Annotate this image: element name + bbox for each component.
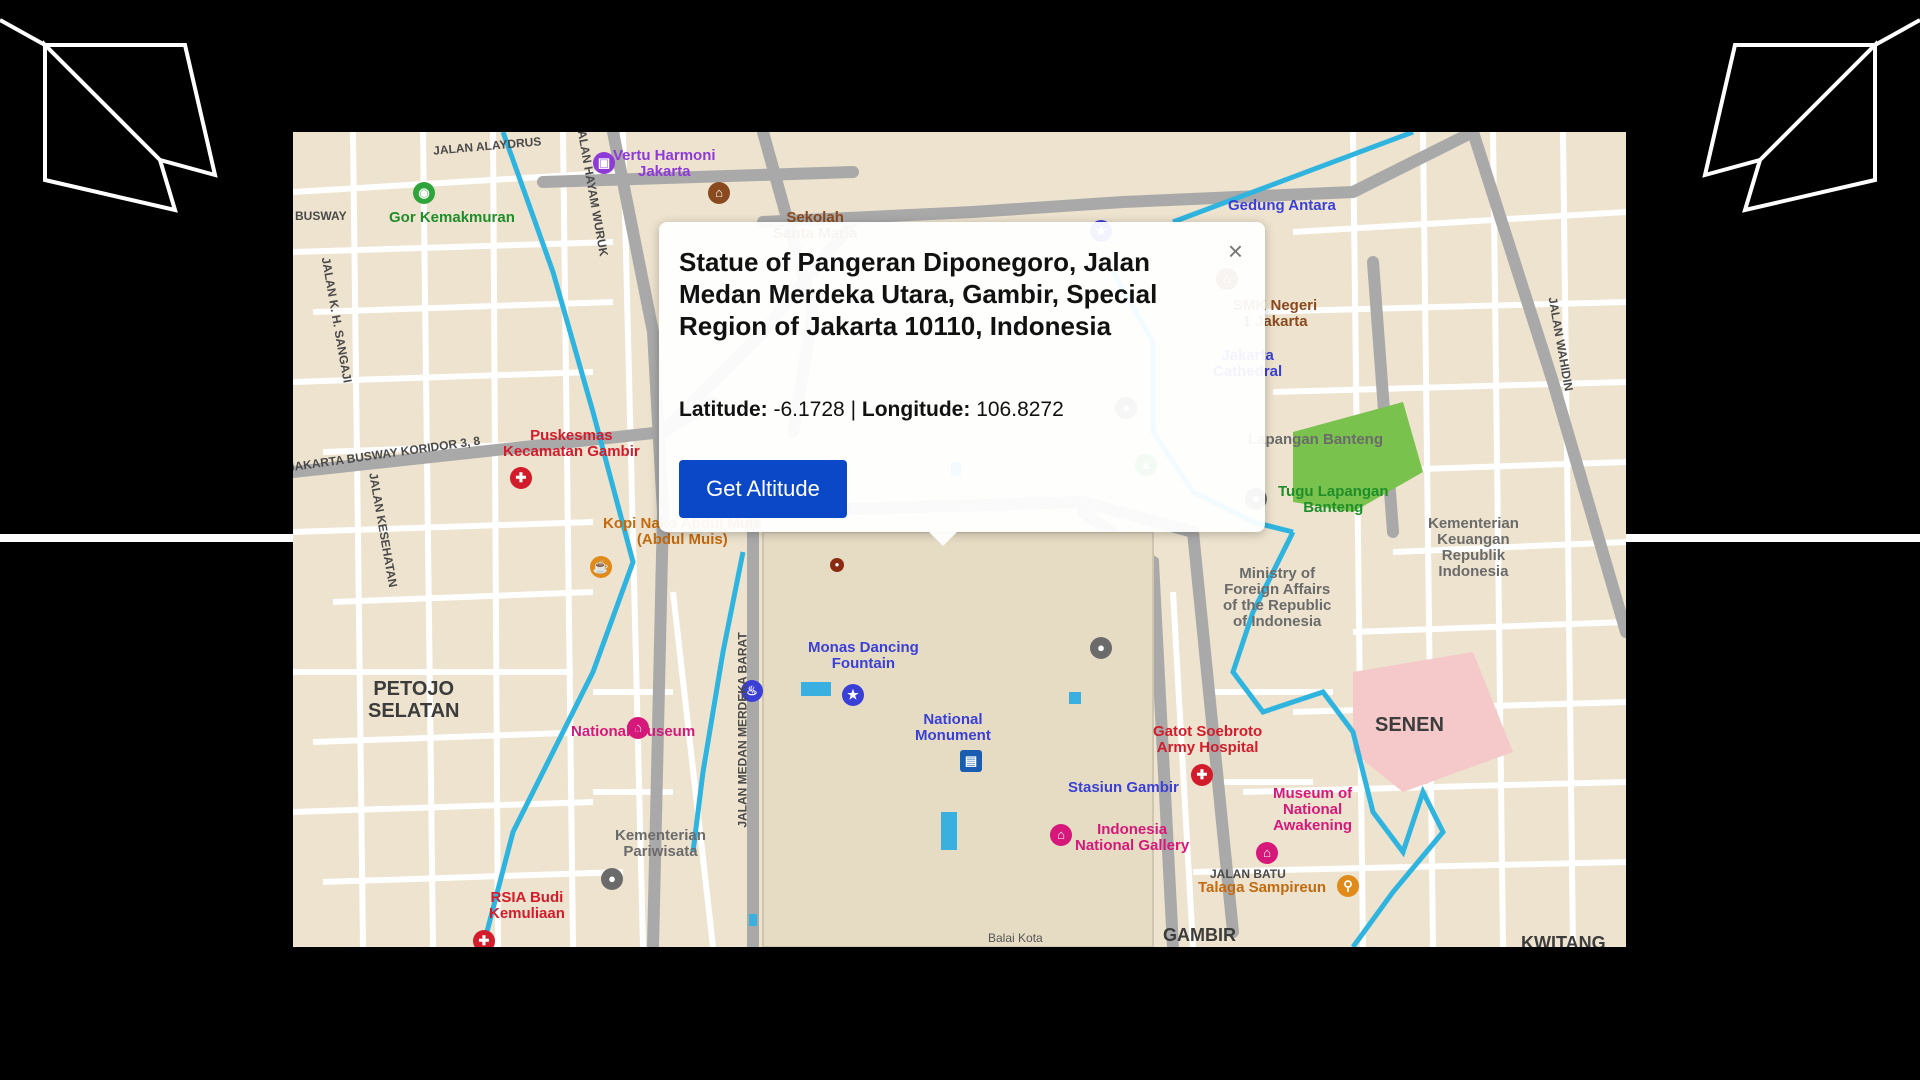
selected-location-marker-icon[interactable]: ● [830, 558, 844, 572]
school-pin-icon[interactable]: ⌂ [708, 182, 730, 204]
leaf-outline-icon-right [1702, 18, 1920, 213]
latitude-label: Latitude: [679, 398, 768, 421]
longitude-value: 106.8272 [976, 398, 1064, 421]
government-pin-icon-2[interactable]: ● [1090, 637, 1112, 659]
label-talaga: Talaga Sampireun [1198, 879, 1327, 896]
street-balai-kota: Balai Kota [988, 931, 1043, 945]
hospital-pin-icon-3[interactable]: ✚ [473, 930, 495, 947]
street-merdeka-barat: JALAN MEDAN MERDEKA BARAT [735, 632, 750, 828]
label-gor: Gor Kemakmuran [389, 209, 515, 226]
label-puskesmas: Puskesmas Kecamatan Gambir [503, 427, 640, 460]
label-gatot: Gatot Soebroto Army Hospital [1153, 723, 1263, 756]
leaf-outline-icon-left [0, 18, 218, 213]
hospital-pin-icon[interactable]: ✚ [510, 467, 532, 489]
label-rsia: RSIA Budi Kemuliaan [489, 889, 565, 922]
label-foreign: Ministry of Foreign Affairs of the Republi… [1223, 565, 1332, 630]
sports-pin-icon[interactable]: ◉ [413, 182, 435, 204]
popup-title: Statue of Pangeran Diponegoro, Jalan Med… [679, 247, 1158, 341]
label-petojo: PETOJO SELATAN [368, 678, 460, 722]
decorative-line-left [0, 534, 293, 542]
street-busway: BUSWAY [295, 209, 347, 223]
latitude-value: -6.1728 [773, 398, 845, 421]
close-icon[interactable]: × [1228, 236, 1243, 267]
train-station-pin-icon[interactable]: ▤ [960, 750, 982, 772]
label-gambir: GAMBIR [1163, 925, 1236, 945]
hospital-pin-icon-2[interactable]: ✚ [1191, 764, 1213, 786]
office-pin-icon[interactable]: ● [601, 868, 623, 890]
monument-pin-icon[interactable]: ★ [842, 684, 864, 706]
coordinate-separator: | [850, 398, 857, 421]
label-tugu: Tugu Lapangan Banteng [1278, 483, 1389, 516]
cafe-pin-icon[interactable]: ☕ [590, 556, 612, 578]
label-national-monument: National Monument [915, 711, 991, 744]
decorative-line-right [1626, 534, 1920, 542]
label-national-museum: National Museum [571, 723, 696, 740]
label-senen: SENEN [1375, 714, 1444, 736]
label-awakening: Museum of National Awakening [1273, 785, 1353, 834]
museum-pin-icon-2[interactable]: ⌂ [1256, 842, 1278, 864]
label-antara: Gedung Antara [1228, 197, 1336, 214]
label-vertu: Vertu Harmoni Jakarta [613, 147, 716, 180]
label-gallery: Indonesia National Gallery [1075, 821, 1190, 854]
longitude-label: Longitude: [861, 398, 971, 421]
popup-coordinates: Latitude: -6.1728 | Longitude: 106.8272 [679, 398, 1064, 422]
location-popup: Statue of Pangeran Diponegoro, Jalan Med… [659, 222, 1265, 546]
gallery-pin-icon[interactable]: ⌂ [1050, 824, 1072, 846]
label-lapangan: Lapangan Banteng [1248, 431, 1384, 448]
get-altitude-button[interactable]: Get Altitude [679, 460, 847, 518]
label-keuangan: Kementerian Keuangan Republik Indonesia [1428, 515, 1519, 580]
label-kwitang: KWITANG [1521, 933, 1606, 947]
restaurant-pin-icon[interactable]: ⚲ [1337, 875, 1359, 897]
label-pariwisata: Kementerian Pariwisata [615, 827, 706, 860]
street-batu: JALAN BATU [1210, 867, 1286, 881]
label-monas-fountain: Monas Dancing Fountain [808, 639, 919, 672]
label-stasiun: Stasiun Gambir [1068, 779, 1179, 796]
